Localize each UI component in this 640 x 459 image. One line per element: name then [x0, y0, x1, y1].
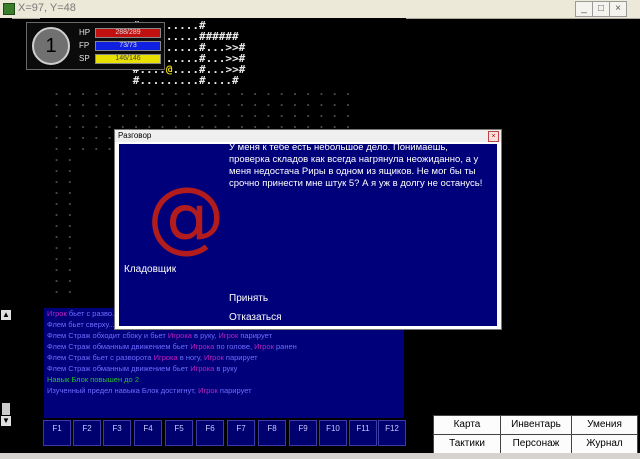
fp-label: FP [79, 41, 90, 50]
hotkey-f10[interactable]: F10 [319, 420, 347, 446]
window-title: X=97, Y=48 [18, 2, 76, 14]
window-titlebar: X=97, Y=48 _ □ × [0, 0, 640, 19]
hotkey-f12[interactable]: F12 [378, 420, 406, 446]
minimize-button[interactable]: _ [575, 1, 593, 17]
npc-name: Кладовщик [124, 264, 177, 275]
hp-bar: 288/289 [95, 28, 161, 38]
hotkey-f8[interactable]: F8 [258, 420, 286, 446]
left-scrollbar[interactable]: ▲ ▼ [0, 18, 12, 428]
scroll-thumb[interactable] [2, 403, 10, 415]
sp-bar: 146/146 [95, 54, 161, 64]
log-line: Флем Страж обходит сбоку и бьет Игрока в… [47, 331, 273, 340]
app-icon [3, 3, 15, 15]
npc-speech: У меня к тебе есть небольшое дело. Поним… [229, 142, 483, 189]
map-button[interactable]: Карта [433, 415, 501, 435]
dialog-close-button[interactable]: × [488, 131, 499, 142]
status-panel: 1 HP 288/289 FP 73/73 SP 146/146 [26, 22, 165, 70]
hotkey-f4[interactable]: F4 [134, 420, 162, 446]
npc-portrait-icon: @ [147, 172, 225, 262]
map-row-dim: . . [40, 283, 74, 296]
dialog-body: @ Кладовщик У меня к тебе есть небольшое… [119, 142, 497, 326]
hotkey-f1[interactable]: F1 [43, 420, 71, 446]
log-line: Флем Страж обманным движением бьет Игрок… [47, 364, 238, 373]
sp-label: SP [79, 54, 90, 63]
status-strip [0, 453, 640, 459]
log-line: Флем Страж обманным движением бьет Игрок… [47, 342, 297, 351]
hotkey-f2[interactable]: F2 [73, 420, 101, 446]
conversation-dialog: Разговор × @ Кладовщик У меня к тебе ест… [114, 129, 502, 330]
maximize-button[interactable]: □ [592, 1, 610, 17]
dialog-titlebar: Разговор × [115, 130, 501, 142]
character-button[interactable]: Персонаж [500, 434, 572, 454]
log-line: Изученный предел навыка Блок достигнут, … [47, 386, 252, 395]
log-line: Флем Страж бьет с разворота Игрока в ног… [47, 353, 258, 362]
accept-option[interactable]: Принять [229, 293, 268, 304]
hotkey-f5[interactable]: F5 [165, 420, 193, 446]
level-indicator: 1 [32, 27, 70, 65]
hotkey-bar: F1 F2 F3 F4 F5 F6 F7 F8 F9 F10 F11 F12 [40, 418, 406, 446]
hotkey-f6[interactable]: F6 [196, 420, 224, 446]
inventory-button[interactable]: Инвентарь [500, 415, 572, 435]
skills-button[interactable]: Умения [571, 415, 638, 435]
scroll-down-button[interactable]: ▼ [1, 416, 11, 426]
log-line: Навык Блок повышен до 2 [47, 375, 139, 384]
dialog-title: Разговор [118, 131, 152, 140]
tactics-button[interactable]: Тактики [433, 434, 501, 454]
fp-bar: 73/73 [95, 41, 161, 51]
hotkey-f3[interactable]: F3 [103, 420, 131, 446]
hotkey-f11[interactable]: F11 [349, 420, 377, 446]
journal-button[interactable]: Журнал [571, 434, 638, 454]
scroll-up-button[interactable]: ▲ [1, 310, 11, 320]
refuse-option[interactable]: Отказаться [229, 312, 282, 323]
hp-label: HP [79, 28, 91, 37]
close-window-button[interactable]: × [609, 1, 627, 17]
hotkey-f7[interactable]: F7 [227, 420, 255, 446]
hotkey-f9[interactable]: F9 [289, 420, 317, 446]
